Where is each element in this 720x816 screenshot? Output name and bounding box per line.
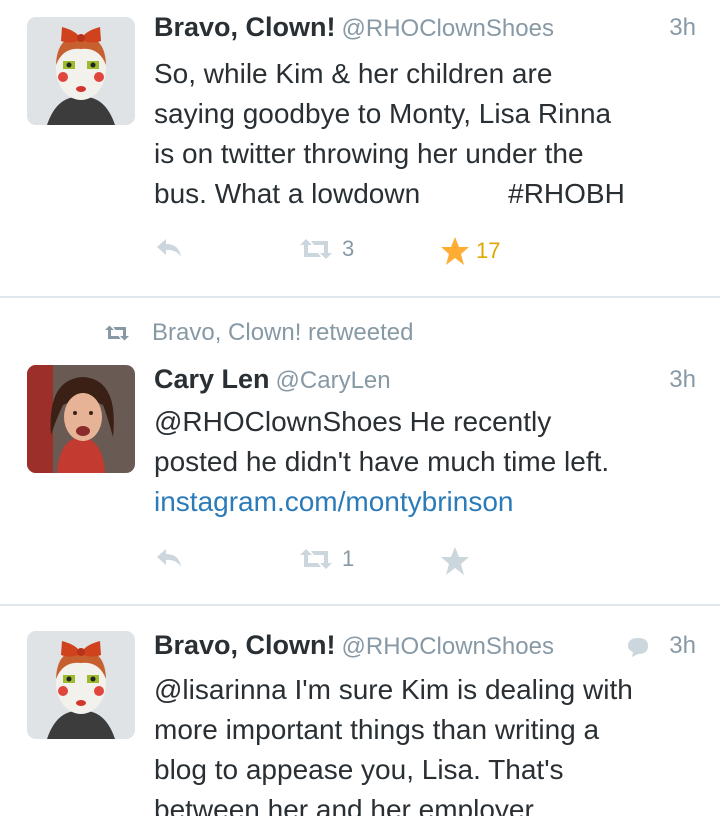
reply-button[interactable] [154,546,184,570]
author-handle[interactable]: @RHOClownShoes [342,633,554,660]
tweet-text-line: between her and her employer. [154,794,541,816]
favorite-star-icon [441,237,469,265]
retweet-context[interactable]: Bravo, Clown! retweeted [102,315,413,351]
tweet-header: Bravo, Clown! @RHOClownShoes 3h [154,12,696,48]
reply-button[interactable] [154,236,184,260]
author-name[interactable]: Bravo, Clown! [154,630,336,660]
tweet-text-line: @RHOClownShoes He recently [154,406,552,437]
tweet-text-line: saying goodbye to Monty, Lisa Rinna [154,98,612,129]
tweet-text-line: more important things than writing a [154,714,600,745]
tweet-text-line: So, while Kim & her children are [154,58,553,89]
favorite-button[interactable]: 17 [440,236,500,266]
tweet-text: @lisarinna I'm sure Kim is dealing with … [154,670,694,816]
author-handle[interactable]: @CaryLen [276,367,391,394]
favorite-count: 17 [476,238,501,263]
tweet-text-line: bus. What a lowdown #RHOBH [154,174,694,214]
tweet-header: Cary Len @CaryLen 3h [154,364,696,400]
instagram-link[interactable]: instagram.com/montybrinson [154,482,694,522]
author-name[interactable]: Bravo, Clown! [154,12,336,42]
reply-icon [157,549,181,567]
author-handle[interactable]: @RHOClownShoes [342,15,554,42]
tweet-text-line: posted he didn't have much time left. [154,446,610,477]
tweet-header: Bravo, Clown! @RHOClownShoes 3h [154,630,696,666]
tweet-timestamp[interactable]: 3h [669,14,696,42]
retweet-icon [300,549,332,569]
tweet-text-fragment: bus. What a lowdown [154,178,421,209]
avatar-cary-len[interactable] [27,365,135,473]
conversation-bubble-icon [628,638,648,657]
retweet-button[interactable]: 3 [296,236,354,262]
hashtag-link[interactable]: #RHOBH [508,178,625,209]
retweet-icon [105,325,129,341]
tweet-text-line: blog to appease you, Lisa. That's [154,754,564,785]
author-name[interactable]: Cary Len [154,364,270,394]
reply-icon [157,239,181,257]
tweet-actions: 3 17 [154,236,554,272]
tweet-actions: 1 [154,546,554,582]
retweet-context-label: Bravo, Clown! retweeted [152,319,414,346]
avatar-clown[interactable] [27,17,135,125]
avatar-clown[interactable] [27,631,135,739]
tweet-timestamp[interactable]: 3h [669,366,696,394]
tweet-text-line: is on twitter throwing her under the [154,138,584,169]
retweet-button[interactable]: 1 [296,546,354,572]
favorite-button[interactable] [440,546,470,576]
retweet-count: 3 [342,236,355,261]
retweet-icon [300,239,332,259]
tweet-text: So, while Kim & her children are saying … [154,54,694,214]
tweet-text-line: @lisarinna I'm sure Kim is dealing with [154,674,633,705]
tweet-timestamp[interactable]: 3h [669,632,696,660]
tweet-2[interactable]: Bravo, Clown! retweeted Cary Len @CaryLen… [0,298,720,604]
retweet-count: 1 [342,546,355,571]
favorite-star-icon [441,547,469,575]
tweet-text: @RHOClownShoes He recently posted he did… [154,402,694,522]
tweet-1[interactable]: Bravo, Clown! @RHOClownShoes 3h So, while… [0,0,720,296]
tweet-3[interactable]: Bravo, Clown! @RHOClownShoes 3h @lisarinn… [0,606,720,816]
